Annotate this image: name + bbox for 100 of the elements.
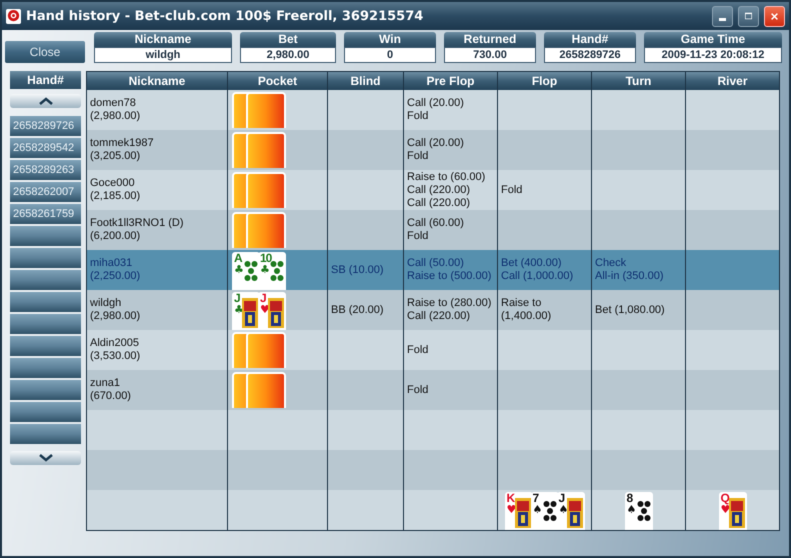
app-logo-icon [6,8,21,24]
player-stack: (6,200.00) [90,230,142,243]
card-suit: ♠ [558,504,568,515]
field-value: 730.00 [444,47,536,63]
action-text: Call (20.00) [407,97,465,110]
suit-pips-drawing [636,500,650,522]
card-back [246,212,286,248]
field-label: Win [344,32,436,47]
card-back [246,332,286,368]
player-name: Aldin2005 [90,337,140,350]
field-value: 2658289726 [544,47,636,63]
court-figure-drawing [242,298,258,328]
hand-list-item[interactable] [10,358,81,378]
action-text: Bet (400.00) [501,257,563,270]
hand-list-item[interactable] [10,424,81,444]
column-header: Turn [591,72,685,90]
suit-pips-drawing [542,500,556,522]
action-text: Fold [407,110,430,123]
player-stack: (2,980.00) [90,110,142,123]
player-name: miha031 [90,257,134,270]
field-label: Game Time [644,32,782,47]
card-back [246,172,286,208]
minimize-button[interactable] [712,6,733,26]
action-text: Raise to (280.00) [407,297,492,310]
window-title: Hand history - Bet-club.com 100$ Freeroll, 369215574 [26,8,424,24]
table-row[interactable]: miha031 (2,250.00) A ♣ 10 ♣ SB (10.00) Call (50.00) Raise to (500.00) Bet (400.00) Call (1,000.00) Check All-in (350.00) [87,250,779,290]
field-value: 2009-11-23 20:08:12 [644,47,782,63]
card-back [246,372,286,408]
column-header: Nickname [87,72,227,90]
close-button[interactable]: Close [5,41,85,63]
card-suit: ♥ [506,504,516,515]
hand-list-item[interactable] [10,292,81,312]
player-stack: (3,530.00) [90,350,142,363]
card-rank: Q [720,492,729,504]
chevron-down-icon [38,454,52,462]
suit-pips-drawing [244,260,258,282]
player-name: Footk1ll3RNO1 (D) [90,217,185,230]
blind-text: BB (20.00) [331,304,385,316]
card-rank: K [506,492,514,504]
field-label: Returned [444,32,536,47]
card-rank: J [234,292,240,304]
card-rank: 7 [532,492,538,504]
minimize-icon [719,18,726,21]
action-text: Raise to (60.00) [407,170,486,184]
scroll-up-button[interactable] [10,94,81,108]
action-text: Check [595,257,628,270]
table-row[interactable]: tommek1987 (3,205.00) Call (20.00) Fold [87,130,779,170]
hand-list-item[interactable] [10,270,81,290]
card-suit: ♠ [626,504,636,515]
court-figure-drawing [268,298,284,328]
close-window-button[interactable] [764,6,785,26]
blind-text: SB (10.00) [331,264,385,276]
hand-list-item[interactable] [10,226,81,246]
player-name: domen78 [90,97,137,110]
player-name: tommek1987 [90,137,155,150]
action-text: Call (220.00) [407,310,471,323]
field-value: 2,980.00 [240,47,336,63]
card-back [246,92,286,128]
action-text: Call (1,000.00) [501,270,574,283]
action-text: Raise to (500.00) [407,270,492,283]
player-stack: (670.00) [90,390,132,403]
field-value: wildgh [94,47,232,63]
column-header: Pre Flop [403,72,497,90]
card-suit: ♣ [260,264,270,275]
field-label: Hand# [544,32,636,47]
column-header: Hand# [10,71,81,89]
scroll-down-button[interactable] [10,451,81,465]
table-row[interactable]: Footk1ll3RNO1 (D) (6,200.00) Call (60.00) Fold [87,210,779,250]
hand-list-item[interactable] [10,380,81,400]
maximize-button[interactable] [738,6,759,26]
action-text: Call (220.00) [407,184,471,196]
court-figure-drawing [514,498,530,528]
card-suit: ♠ [532,504,542,515]
player-stack: (2,185.00) [90,190,142,203]
field-label: Nickname [94,32,232,47]
action-text: Fold [407,384,430,396]
card-rank: 10 [260,252,272,264]
table-row[interactable]: zuna1 (670.00) Fold [87,370,779,410]
court-figure-drawing [728,498,744,528]
hand-list-item[interactable] [10,248,81,268]
action-text: Fold [407,230,430,243]
card-rank: A [234,252,242,264]
hand-list-item[interactable] [10,336,81,356]
card-back [246,132,286,168]
player-name: wildgh [90,297,122,310]
card-suit: ♥ [720,504,730,515]
action-text: Fold [501,184,524,196]
column-header: River [685,72,779,90]
player-stack: (2,980.00) [90,310,142,323]
column-header: Flop [497,72,591,90]
action-text: Bet (1,080.00) [595,304,666,316]
field-value: 0 [344,47,436,63]
action-text: Fold [407,150,430,163]
action-text: Call (20.00) [407,137,465,150]
suit-pips-drawing [270,260,284,282]
action-text: Call (50.00) [407,257,465,270]
action-text: Call (60.00) [407,217,465,230]
hand-list-item[interactable] [10,314,81,334]
hand-list-item[interactable] [10,402,81,422]
player-stack: (3,205.00) [90,150,142,163]
